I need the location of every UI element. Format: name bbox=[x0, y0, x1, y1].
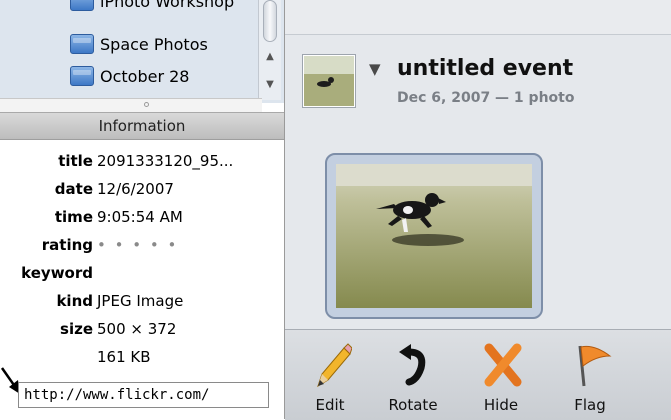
source-item-space-photos[interactable]: Space Photos bbox=[70, 31, 208, 57]
dog-photo-image bbox=[336, 164, 532, 308]
flag-label: Flag bbox=[574, 396, 606, 414]
information-header[interactable]: Information bbox=[0, 112, 284, 140]
info-label: rating bbox=[41, 236, 93, 254]
info-value: JPEG Image bbox=[97, 292, 184, 310]
bottom-toolbar: Edit Rotate Hide Flag bbox=[285, 329, 671, 420]
info-value[interactable]: 9:05:54 AM bbox=[97, 204, 183, 230]
event-key-photo[interactable] bbox=[302, 54, 356, 108]
source-item-label: October 28 bbox=[100, 66, 190, 86]
edit-button[interactable]: Edit bbox=[295, 330, 365, 420]
info-value: 161 KB bbox=[97, 348, 151, 366]
folder-icon bbox=[70, 0, 94, 11]
hide-button[interactable]: Hide bbox=[466, 330, 536, 420]
scroll-up-arrow-icon[interactable]: ▲ bbox=[259, 48, 281, 66]
info-row-filesize: 161 KB bbox=[0, 344, 284, 370]
rotate-label: Rotate bbox=[388, 396, 438, 414]
info-row-date: date 12/6/2007 bbox=[0, 176, 284, 202]
event-thumbnail-image bbox=[304, 56, 354, 106]
info-row-keyword: keyword bbox=[0, 260, 284, 286]
info-label: size bbox=[60, 320, 93, 338]
hide-x-icon bbox=[484, 343, 522, 387]
source-item-october-28[interactable]: October 28 bbox=[70, 63, 189, 89]
info-row-title: title 2091333120_95... bbox=[0, 148, 284, 174]
browser-top-strip bbox=[285, 0, 671, 35]
info-value[interactable]: 2091333120_95... bbox=[97, 148, 233, 174]
info-row-size: size 500 × 372 bbox=[0, 316, 284, 342]
photo-thumbnail[interactable] bbox=[325, 153, 543, 319]
source-list: iPhoto Workshop Space Photos October 28 … bbox=[0, 0, 284, 103]
resize-dot-icon bbox=[144, 102, 149, 107]
rating-dots[interactable]: • • • • • bbox=[97, 232, 178, 258]
left-sidebar: iPhoto Workshop Space Photos October 28 … bbox=[0, 0, 284, 419]
info-label: time bbox=[54, 208, 93, 226]
rotate-arrow-icon bbox=[399, 344, 426, 386]
flag-icon bbox=[578, 345, 612, 387]
event-title[interactable]: untitled event bbox=[397, 56, 573, 81]
event-subtitle: Dec 6, 2007 — 1 photo bbox=[397, 90, 575, 106]
source-item-label: Space Photos bbox=[100, 34, 208, 54]
info-row-rating: rating • • • • • bbox=[0, 232, 284, 258]
scroll-down-arrow-icon[interactable]: ▼ bbox=[259, 76, 281, 94]
rotate-button[interactable]: Rotate bbox=[378, 330, 448, 420]
source-list-scrollbar[interactable]: ▲ ▼ bbox=[258, 0, 281, 100]
edit-label: Edit bbox=[315, 396, 345, 414]
description-input[interactable]: http://www.flickr.com/ bbox=[18, 382, 269, 408]
scrollbar-thumb[interactable] bbox=[263, 0, 277, 42]
folder-icon bbox=[70, 34, 94, 54]
info-label: kind bbox=[56, 292, 93, 310]
pane-resize-handle[interactable] bbox=[0, 98, 262, 113]
info-label: keyword bbox=[21, 264, 93, 282]
info-row-kind: kind JPEG Image bbox=[0, 288, 284, 314]
info-value: 500 × 372 bbox=[97, 320, 177, 338]
folder-icon bbox=[70, 66, 94, 86]
flag-button[interactable]: Flag bbox=[555, 330, 625, 420]
info-label: title bbox=[58, 152, 93, 170]
info-row-time: time 9:05:54 AM bbox=[0, 204, 284, 230]
hide-label: Hide bbox=[483, 396, 519, 414]
info-value[interactable]: 12/6/2007 bbox=[97, 176, 174, 202]
source-item-label: iPhoto Workshop bbox=[100, 0, 235, 11]
source-item-iphoto-workshop[interactable]: iPhoto Workshop bbox=[70, 0, 234, 14]
pencil-icon bbox=[317, 343, 352, 388]
photo-browser: ▼ untitled event Dec 6, 2007 — 1 photo E… bbox=[285, 0, 671, 420]
info-label: date bbox=[54, 180, 93, 198]
disclosure-triangle-icon[interactable]: ▼ bbox=[369, 60, 381, 78]
